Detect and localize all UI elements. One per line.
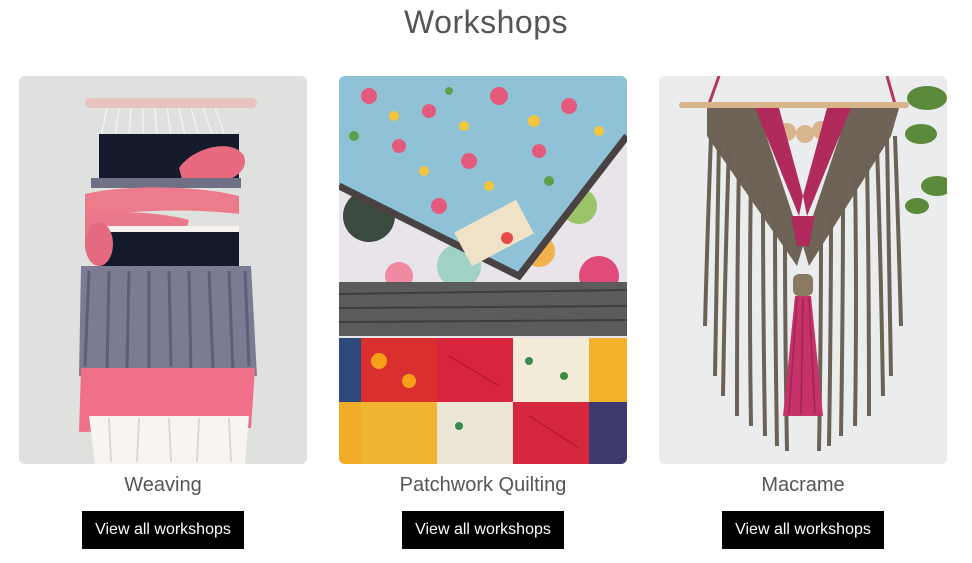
weaving-image[interactable] [19, 76, 307, 464]
workshop-card-patchwork-quilting: Patchwork Quilting View all workshops [339, 76, 627, 549]
view-all-workshops-button[interactable]: View all workshops [82, 511, 244, 549]
patchwork-quilting-image[interactable] [339, 76, 627, 464]
workshop-title: Macrame [761, 474, 845, 496]
workshop-card-weaving: Weaving View all workshops [19, 76, 307, 549]
workshop-card-macrame: Macrame View all workshops [659, 76, 947, 549]
workshop-title: Patchwork Quilting [399, 474, 567, 496]
workshop-title: Weaving [124, 474, 202, 496]
macrame-image[interactable] [659, 76, 947, 464]
page-title: Workshops [404, 4, 568, 40]
view-all-workshops-button[interactable]: View all workshops [722, 511, 884, 549]
view-all-workshops-button[interactable]: View all workshops [402, 511, 564, 549]
